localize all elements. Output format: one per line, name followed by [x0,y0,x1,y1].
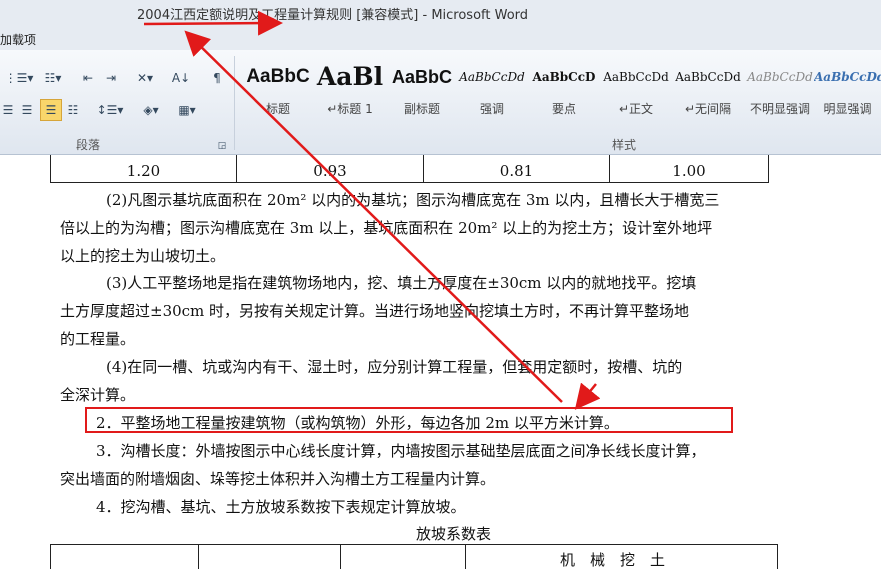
paragraph-group-label: 段落 [76,138,101,152]
table-cell: 0.93 [313,162,347,180]
borders-icon[interactable]: ▦▾ [172,100,202,120]
style-subtitle[interactable]: AaBbC 副标题 [384,60,460,124]
align-right-icon[interactable]: ☰ [18,100,36,120]
paragraph-dialog-launcher-icon[interactable]: ◲ [216,136,228,156]
style-heading-1[interactable]: AaBl ↵标题 1 [312,60,388,124]
group-divider [234,56,235,150]
sort-icon[interactable]: A↓ [170,68,192,88]
paragraph-line: 突出墙面的附墙烟囱、垛等挖土体积并入沟槽土方工程量内计算。 [60,470,496,488]
table-border [50,544,51,569]
table-border [340,544,341,569]
paragraph-line: 4．挖沟槽、基坑、土方放坡系数按下表规定计算放坡。 [96,498,466,516]
paragraph-line: (2)凡图示基坑底面积在 20m² 以内的为基坑；图示沟槽底宽在 3m 以内，且… [106,191,720,209]
table-caption: 放坡系数表 [416,525,492,543]
style-subtle-emphasis[interactable]: AaBbCcDd 不明显强调 [742,60,818,124]
tab-addins[interactable]: 加载项 [0,31,36,48]
paragraph-line: 以上的挖土为山坡切土。 [60,247,226,265]
table-border [777,544,778,569]
increase-indent-icon[interactable]: ⇥ [101,68,121,88]
align-center-icon[interactable]: ☰ [0,100,16,120]
style-no-spacing[interactable]: AaBbCcDd ↵无间隔 [670,60,746,124]
paragraph-line: 的工程量。 [60,330,136,348]
paragraph-line: (4)在同一槽、坑或沟内有干、湿土时，应分别计算工程量，但套用定额时，按槽、坑的 [106,358,683,376]
table-border [768,155,769,182]
style-normal[interactable]: AaBbCcDd ↵正文 [598,60,674,124]
styles-group-label: 样式 [612,138,637,152]
style-strong[interactable]: AaBbCcD 要点 [526,60,602,124]
document-page[interactable]: 1.20 0.93 0.81 1.00 (2)凡图示基坑底面积在 20m² 以内… [0,155,881,569]
table-border [465,544,466,569]
paragraph-line: (3)人工平整场地是指在建筑物场地内，挖、填土方厚度在±30cm 以内的就地找平… [106,274,697,292]
table-cell: 1.00 [672,162,706,180]
shading-icon[interactable]: ◈▾ [136,100,166,120]
distributed-icon[interactable]: ☷ [64,100,82,120]
line-spacing-icon[interactable]: ↕☰▾ [96,100,124,120]
title-bar: 2004江西定额说明及工程量计算规则 [兼容模式] - Microsoft Wo… [0,0,881,26]
chinese-layout-icon[interactable]: ✕▾ [130,68,160,88]
table-cell: 1.20 [126,162,161,180]
window-title: 2004江西定额说明及工程量计算规则 [兼容模式] - Microsoft Wo… [137,8,529,23]
ribbon-tab-row: 加载项 [0,26,881,50]
decrease-indent-icon[interactable]: ⇤ [78,68,98,88]
ribbon: ⋮☰▾ ☷▾ ⇤ ⇥ ✕▾ A↓ ¶ ☰ ☰ ☰ ☷ ↕☰▾ ◈▾ ▦▾ 段落 … [0,50,881,155]
table-border [50,182,769,183]
paragraph-line: 倍以上的为沟槽；图示沟槽底宽在 3m 以上，基坑底面积在 20m² 以上的为挖土… [60,219,713,237]
style-emphasis[interactable]: AaBbCcDd 强调 [454,60,530,124]
annotation-highlight-box [85,407,733,433]
bullets-icon[interactable]: ⋮☰▾ [2,68,36,88]
table-border [50,544,778,545]
table-header-cell: 机 械 挖 土 [560,551,666,569]
paragraph-line: 3．沟槽长度：外墙按图示中心线长度计算，内墙按图示基础垫层底面之间净长线长度计算… [96,442,706,460]
paragraph-line: 土方厚度超过±30cm 时，另按有关规定计算。当进行场地竖向挖填土方时，不再计算… [60,302,690,320]
show-marks-icon[interactable]: ¶ [206,68,228,88]
justify-icon[interactable]: ☰ [40,99,62,121]
style-title[interactable]: AaBbC 标题 [240,60,316,124]
style-intense-emphasis[interactable]: AaBbCcDd 明显强调 [814,60,881,124]
multilevel-list-icon[interactable]: ☷▾ [38,68,68,88]
table-border [198,544,199,569]
table-cell: 0.81 [499,162,534,180]
paragraph-line: 全深计算。 [60,386,136,404]
